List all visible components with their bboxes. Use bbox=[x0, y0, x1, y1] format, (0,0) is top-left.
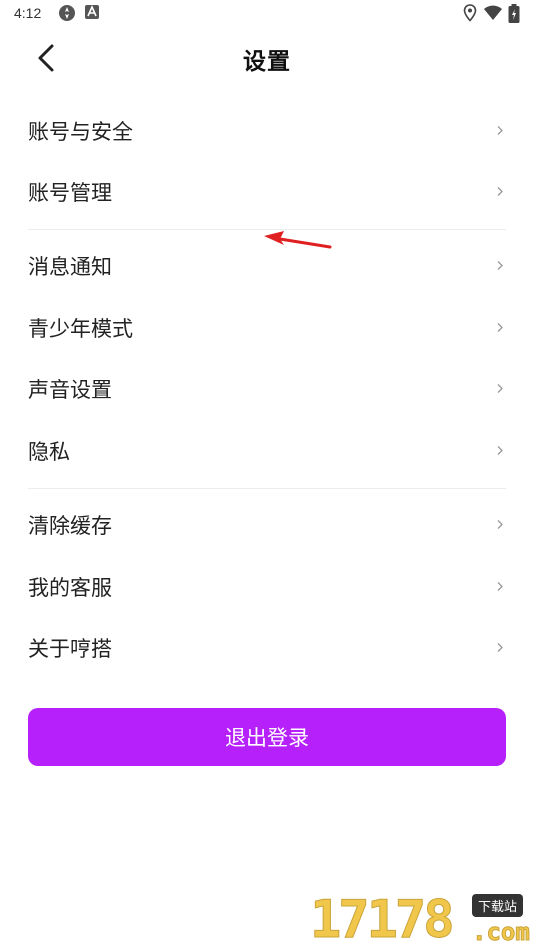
menu-item-label: 青少年模式 bbox=[28, 317, 133, 341]
menu-item-label: 我的客服 bbox=[28, 576, 112, 600]
menu-item-label: 账号管理 bbox=[28, 181, 112, 205]
annotation-arrow-icon bbox=[260, 228, 336, 256]
status-bar: 4:12 bbox=[0, 0, 534, 28]
menu-item-label: 隐私 bbox=[28, 440, 70, 464]
chevron-right-icon bbox=[496, 380, 504, 399]
menu-item-label: 消息通知 bbox=[28, 255, 112, 279]
a-icon bbox=[85, 4, 99, 24]
watermark-logo: 17178 下载站 .com bbox=[310, 888, 534, 950]
menu-item-sound-settings[interactable]: 声音设置 bbox=[0, 358, 534, 420]
menu-item-clear-cache[interactable]: 清除缓存 bbox=[0, 494, 534, 556]
wifi-icon bbox=[483, 4, 503, 26]
menu-item-label: 账号与安全 bbox=[28, 120, 133, 144]
sync-icon bbox=[58, 4, 76, 26]
chevron-right-icon bbox=[496, 319, 504, 338]
section-divider bbox=[28, 488, 506, 489]
status-time: 4:12 bbox=[14, 5, 42, 21]
chevron-right-icon bbox=[496, 639, 504, 658]
menu-item-label: 清除缓存 bbox=[28, 514, 112, 538]
top-bar: 设置 bbox=[0, 28, 534, 88]
chevron-right-icon bbox=[496, 257, 504, 276]
battery-icon bbox=[508, 4, 520, 28]
menu-item-account-management[interactable]: 账号管理 bbox=[0, 161, 534, 223]
logout-button[interactable]: 退出登录 bbox=[28, 708, 506, 766]
location-icon bbox=[463, 4, 477, 26]
chevron-right-icon bbox=[496, 578, 504, 597]
chevron-right-icon bbox=[496, 516, 504, 535]
chevron-right-icon bbox=[496, 183, 504, 202]
menu-item-privacy[interactable]: 隐私 bbox=[0, 420, 534, 482]
page-title: 设置 bbox=[243, 49, 291, 75]
watermark-digits: 17178 bbox=[310, 890, 456, 950]
watermark-domain: .com bbox=[472, 918, 531, 947]
menu-item-about[interactable]: 关于哼搭 bbox=[0, 617, 534, 679]
chevron-right-icon bbox=[496, 122, 504, 141]
menu-item-label: 声音设置 bbox=[28, 378, 112, 402]
menu-item-customer-service[interactable]: 我的客服 bbox=[0, 556, 534, 618]
menu-item-teen-mode[interactable]: 青少年模式 bbox=[0, 297, 534, 359]
menu-item-label: 关于哼搭 bbox=[28, 637, 112, 661]
menu-item-account-security[interactable]: 账号与安全 bbox=[0, 100, 534, 162]
watermark-badge: 下载站 bbox=[472, 894, 524, 917]
chevron-right-icon bbox=[496, 442, 504, 461]
